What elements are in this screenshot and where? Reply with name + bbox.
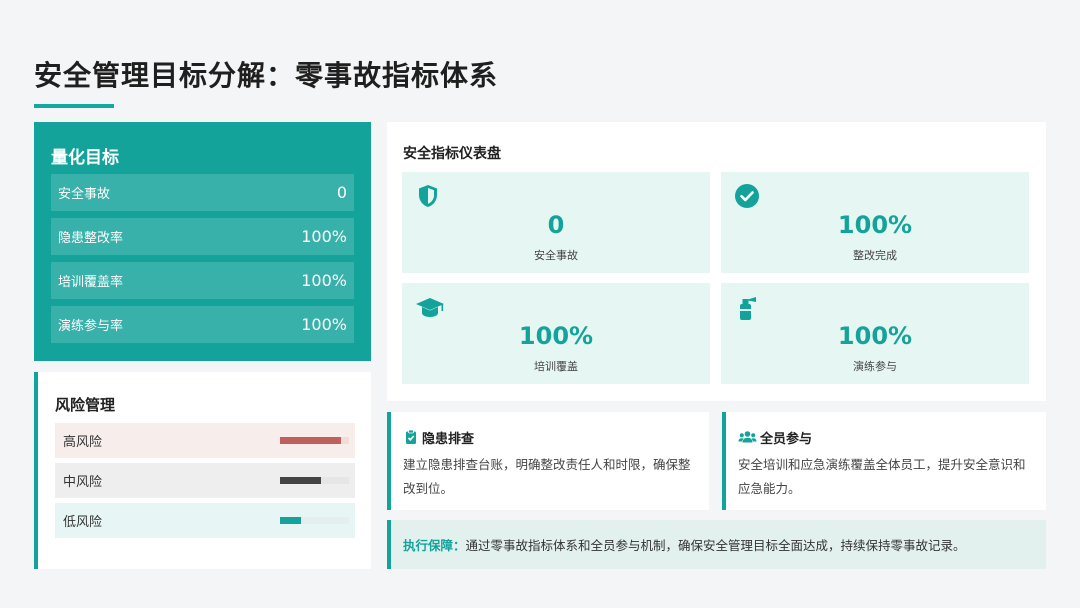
- risk-level-track: [280, 517, 349, 524]
- risk-row-low: 低风险: [55, 503, 355, 538]
- kpi-caption: 整改完成: [853, 249, 897, 262]
- card-title: 全员参与: [760, 431, 813, 447]
- note-label: 执行保障：: [403, 538, 466, 553]
- risk-label: 中风险: [63, 475, 103, 490]
- kpi-value: 0: [547, 211, 565, 239]
- card-body: 建立隐患排查台账，明确整改责任人和时限，确保整改到位。: [403, 457, 691, 496]
- goal-label: 安全事故: [58, 187, 111, 202]
- kpi-grid: 0 安全事故 100% 整改完成 100% 培训覆盖 100% 演练参与: [402, 172, 1030, 384]
- card-header: 全员参与: [738, 427, 1032, 447]
- goal-row-accidents: 安全事故 0: [51, 174, 354, 211]
- kpi-rectification: 100% 整改完成: [721, 172, 1029, 273]
- card-title: 隐患排查: [422, 431, 475, 447]
- risk-label: 低风险: [63, 515, 103, 530]
- goal-value: 100%: [301, 315, 347, 334]
- graduation-cap-icon: [415, 294, 444, 320]
- kpi-caption: 安全事故: [534, 249, 578, 262]
- kpi-accidents: 0 安全事故: [402, 172, 710, 273]
- goal-label: 隐患整改率: [58, 231, 124, 246]
- kpi-caption: 培训覆盖: [534, 360, 578, 373]
- execution-guarantee-note: 执行保障： 通过零事故指标体系和全员参与机制，确保安全管理目标全面达成，持续保持…: [387, 520, 1046, 569]
- check-circle-icon: [734, 183, 760, 209]
- shield-icon: [415, 183, 441, 209]
- page-title: 安全管理目标分解：零事故指标体系: [34, 59, 499, 92]
- card-body: 安全培训和应急演练覆盖全体员工，提升安全意识和应急能力。: [738, 457, 1026, 496]
- risk-row-medium: 中风险: [55, 463, 355, 498]
- goal-row-rectification: 隐患整改率 100%: [51, 218, 354, 255]
- risk-row-high: 高风险: [55, 423, 355, 458]
- goal-row-training: 培训覆盖率 100%: [51, 262, 354, 299]
- goal-value: 100%: [301, 271, 347, 290]
- goal-value: 0: [336, 183, 347, 202]
- goal-label: 培训覆盖率: [58, 275, 124, 290]
- kpi-value: 100%: [837, 322, 913, 350]
- quantified-goals-panel: 量化目标 安全事故 0 隐患整改率 100% 培训覆盖率 100% 演练参与率 …: [34, 122, 371, 361]
- clipboard-check-icon: [403, 429, 419, 445]
- risk-level-track: [280, 437, 349, 444]
- goal-row-drill: 演练参与率 100%: [51, 306, 354, 343]
- goals-title: 量化目标: [51, 148, 119, 168]
- dashboard-title: 安全指标仪表盘: [403, 146, 501, 162]
- title-underline: [34, 104, 114, 108]
- kpi-caption: 演练参与: [853, 360, 897, 373]
- card-header: 隐患排查: [403, 427, 695, 447]
- kpi-drill: 100% 演练参与: [721, 283, 1029, 384]
- risk-level-fill: [280, 477, 322, 484]
- kpi-value: 100%: [837, 211, 913, 239]
- card-hazard-inspection: 隐患排查 建立隐患排查台账，明确整改责任人和时限，确保整改到位。: [387, 412, 709, 510]
- risk-level-fill: [280, 517, 301, 524]
- users-icon: [738, 429, 757, 445]
- risk-level-fill: [280, 437, 341, 444]
- risk-level-track: [280, 477, 349, 484]
- kpi-training: 100% 培训覆盖: [402, 283, 710, 384]
- fire-extinguisher-icon: [734, 294, 760, 320]
- risk-label: 高风险: [63, 435, 103, 450]
- kpi-value: 100%: [518, 322, 594, 350]
- safety-dashboard: 安全指标仪表盘 0 安全事故 100% 整改完成 100% 培训覆盖 100% …: [387, 122, 1046, 401]
- risk-management-panel: 风险管理 高风险 中风险 低风险: [34, 372, 371, 569]
- goal-label: 演练参与率: [58, 319, 124, 334]
- risk-title: 风险管理: [55, 396, 116, 414]
- card-full-participation: 全员参与 安全培训和应急演练覆盖全体员工，提升安全意识和应急能力。: [722, 412, 1046, 510]
- goal-value: 100%: [301, 227, 347, 246]
- note-text: 通过零事故指标体系和全员参与机制，确保安全管理目标全面达成，持续保持零事故记录。: [465, 538, 966, 553]
